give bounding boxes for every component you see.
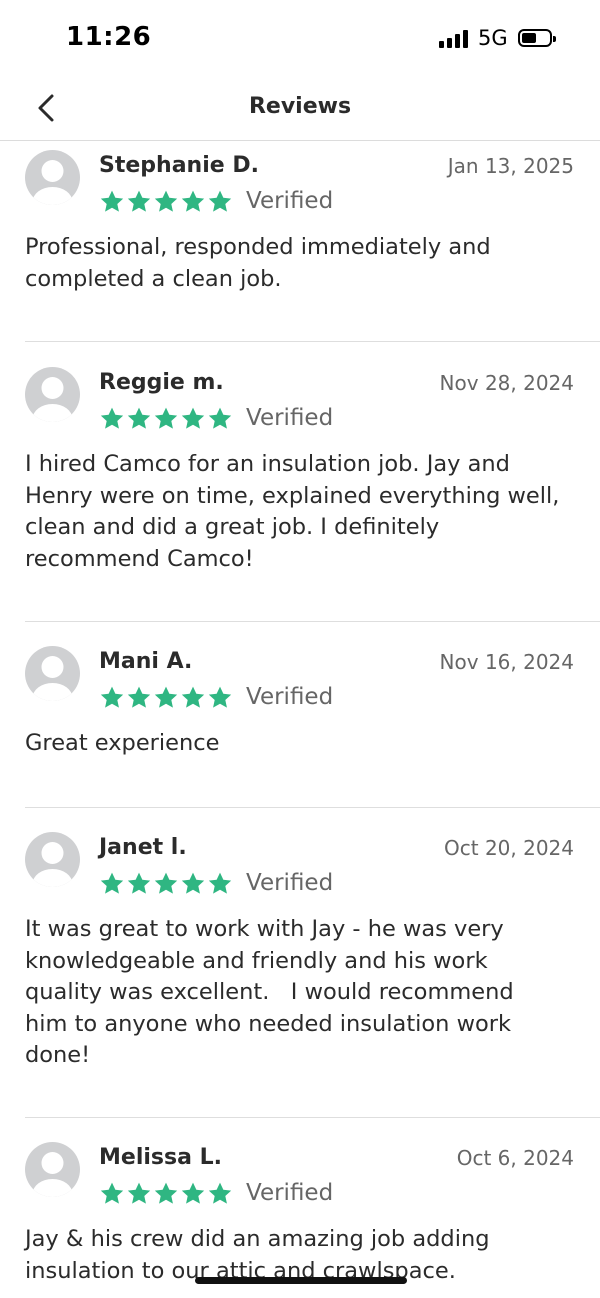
avatar xyxy=(25,367,80,422)
star-icon xyxy=(207,871,233,901)
star-icon xyxy=(126,189,152,219)
review-item: Reggie m. Nov 28, 2024 Verified I hired … xyxy=(0,358,600,622)
user-silhouette-icon xyxy=(32,842,73,887)
divider xyxy=(25,341,600,342)
star-icon xyxy=(207,189,233,219)
star-icon xyxy=(99,189,125,219)
avatar xyxy=(25,1142,80,1197)
verified-label: Verified xyxy=(246,870,334,896)
star-icon xyxy=(180,685,206,715)
user-silhouette-icon xyxy=(32,656,73,701)
verified-label: Verified xyxy=(246,684,334,710)
reviewer-name: Mani A. xyxy=(99,649,193,674)
review-date: Oct 20, 2024 xyxy=(444,836,574,860)
star-icon xyxy=(99,406,125,436)
avatar xyxy=(25,150,80,205)
network-type: 5G xyxy=(478,26,508,50)
star-icon xyxy=(126,871,152,901)
divider xyxy=(25,1117,600,1118)
star-icon xyxy=(126,406,152,436)
user-silhouette-icon xyxy=(32,1152,73,1197)
star-icon xyxy=(180,406,206,436)
star-icon xyxy=(180,1181,206,1211)
divider xyxy=(25,807,600,808)
star-icon xyxy=(153,871,179,901)
avatar xyxy=(25,646,80,701)
star-icon xyxy=(207,406,233,436)
star-icon xyxy=(207,1181,233,1211)
star-rating xyxy=(99,406,233,436)
signal-icon xyxy=(439,30,469,48)
reviewer-name: Melissa L. xyxy=(99,1145,222,1170)
star-icon xyxy=(153,189,179,219)
reviewer-name: Stephanie D. xyxy=(99,153,259,178)
star-rating xyxy=(99,189,233,219)
reviewer-name: Reggie m. xyxy=(99,370,224,395)
verified-label: Verified xyxy=(246,405,334,431)
review-date: Jan 13, 2025 xyxy=(447,154,574,178)
page-title: Reviews xyxy=(248,94,352,119)
review-text: It was great to work with Jay - he was v… xyxy=(25,916,514,1068)
home-indicator[interactable] xyxy=(195,1277,407,1284)
divider xyxy=(25,621,600,622)
star-rating xyxy=(99,1181,233,1211)
battery-icon xyxy=(518,29,556,47)
star-rating xyxy=(99,871,233,901)
verified-label: Verified xyxy=(246,188,334,214)
review-date: Nov 28, 2024 xyxy=(439,371,574,395)
star-icon xyxy=(153,685,179,715)
user-silhouette-icon xyxy=(32,160,73,205)
user-silhouette-icon xyxy=(32,377,73,422)
review-item: Stephanie D. Jan 13, 2025 Verified Profe… xyxy=(0,141,600,342)
review-item: Janet l. Oct 20, 2024 Verified It was gr… xyxy=(0,823,600,1118)
nav-bar: Reviews xyxy=(0,80,600,141)
star-icon xyxy=(126,685,152,715)
reviewer-name: Janet l. xyxy=(99,835,187,860)
avatar xyxy=(25,832,80,887)
verified-label: Verified xyxy=(246,1180,334,1206)
review-item: Mani A. Nov 16, 2024 Verified Great expe… xyxy=(0,637,600,808)
star-icon xyxy=(207,685,233,715)
star-icon xyxy=(99,1181,125,1211)
star-icon xyxy=(153,406,179,436)
review-date: Nov 16, 2024 xyxy=(439,650,574,674)
review-text: Professional, responded immediately and … xyxy=(25,234,491,292)
star-icon xyxy=(180,189,206,219)
review-text: Great experience xyxy=(25,730,220,756)
star-icon xyxy=(153,1181,179,1211)
star-icon xyxy=(99,685,125,715)
star-icon xyxy=(180,871,206,901)
review-item: Melissa L. Oct 6, 2024 Verified Jay & hi… xyxy=(0,1133,600,1298)
review-date: Oct 6, 2024 xyxy=(456,1146,574,1170)
star-rating xyxy=(99,685,233,715)
star-icon xyxy=(99,871,125,901)
star-icon xyxy=(126,1181,152,1211)
review-text: I hired Camco for an insulation job. Jay… xyxy=(25,451,560,572)
status-time: 11:26 xyxy=(66,22,152,52)
status-bar: 11:26 5G xyxy=(0,0,600,80)
